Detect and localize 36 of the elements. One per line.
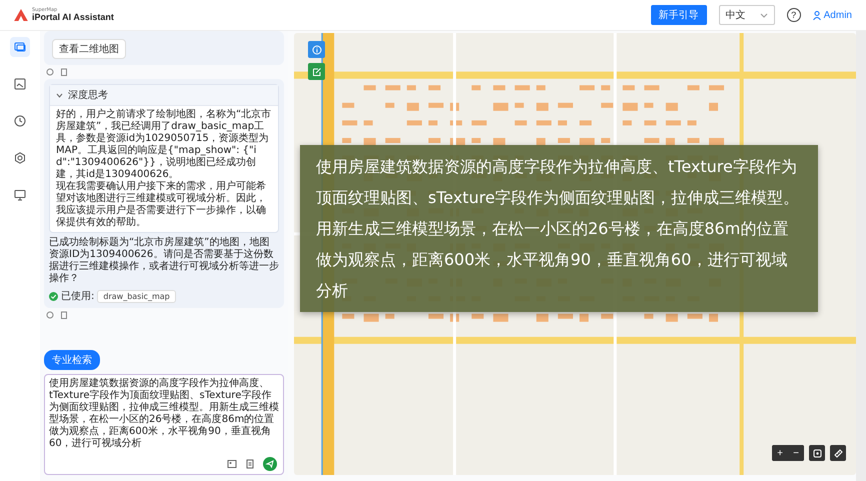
caret-icon [760,12,768,18]
edit-icon [312,66,322,76]
ruler-button[interactable] [830,445,846,461]
answer-text: 已成功绘制标题为“北京市房屋建筑”的地图，地图资源ID为1309400626。请问是否需要基于这份数据进行三维建模操作，或者进行可视域分析等进一步操作？ [49,237,279,285]
app-title: iPortal AI Assistant [32,13,114,22]
input-field[interactable]: 使用房屋建筑数据资源的高度字段作为拉伸高度、tTexture字段作为顶面纹理贴图、sTexture字段作为侧面纹理贴图，拉伸成三维模型。用新生成三维模型场景，在松一小区的26号楼，在高度86m的位置做为观察点，距离600米，水平视角90，垂直视角60，进行可视域分析 [44,374,284,475]
caret-icon[interactable] [56,92,63,98]
edit-button[interactable] [308,63,325,80]
caption-overlay: 使用房屋建筑数据资源的高度字段作为拉伸高度、tTexture字段作为顶面纹理贴图、sTexture字段作为侧面纹理贴图，拉伸成三维模型。用新生成三维模型场景，在松一小区的26号楼，在高度86m的位置做为观察点，距离600米，水平视角90，垂直视角60，进行可视域分析 [300,145,818,312]
image-icon[interactable] [227,459,237,469]
help-button[interactable]: ? [786,8,801,22]
chat-nav-icon[interactable] [10,37,30,57]
refresh-icon[interactable] [46,68,54,76]
language-select[interactable]: 中文 [718,5,775,25]
user-icon [812,10,821,20]
check-icon [49,292,58,300]
ruler-icon [834,448,842,458]
thinking-paragraph: 现在我需要确认用户接下来的需求，用户可能希望对该地图进行三维建模或可视域分析。因此，我应该提示用户是否需要进行下一步操作，以确保提供有效的帮助。 [56,181,267,229]
fit-icon [812,448,822,458]
document-icon[interactable] [245,459,255,469]
user-name[interactable]: Admin [824,10,852,20]
copy-icon[interactable] [60,311,68,319]
tool-tag[interactable]: draw_basic_map [97,290,176,302]
info-button[interactable] [308,41,325,58]
logo-icon [14,9,28,21]
copy-icon[interactable] [60,68,68,76]
fit-extent-button[interactable] [809,445,825,461]
refresh-icon[interactable] [46,311,54,319]
send-button[interactable] [263,457,277,471]
guide-button[interactable]: 新手引导 [650,5,707,25]
thinking-paragraph: 好的，用户之前请求了绘制地图，名称为“北京市房屋建筑”，我已经调用了draw_basic_map工具，参数是资源id为1029050715，资源类型为MAP。工具返回的响应是{"map_show": {"id":"1309400626"}}，说明地图已经成功创建，其id是1309400626。 [56,109,272,180]
tool-label: 已使用: [61,290,94,303]
thinking-title[interactable]: 深度思考 [68,88,108,102]
view-map-button[interactable]: 查看二维地图 [52,39,126,59]
search-mode-button[interactable]: 专业检索 [44,350,100,370]
info-icon [312,44,322,54]
